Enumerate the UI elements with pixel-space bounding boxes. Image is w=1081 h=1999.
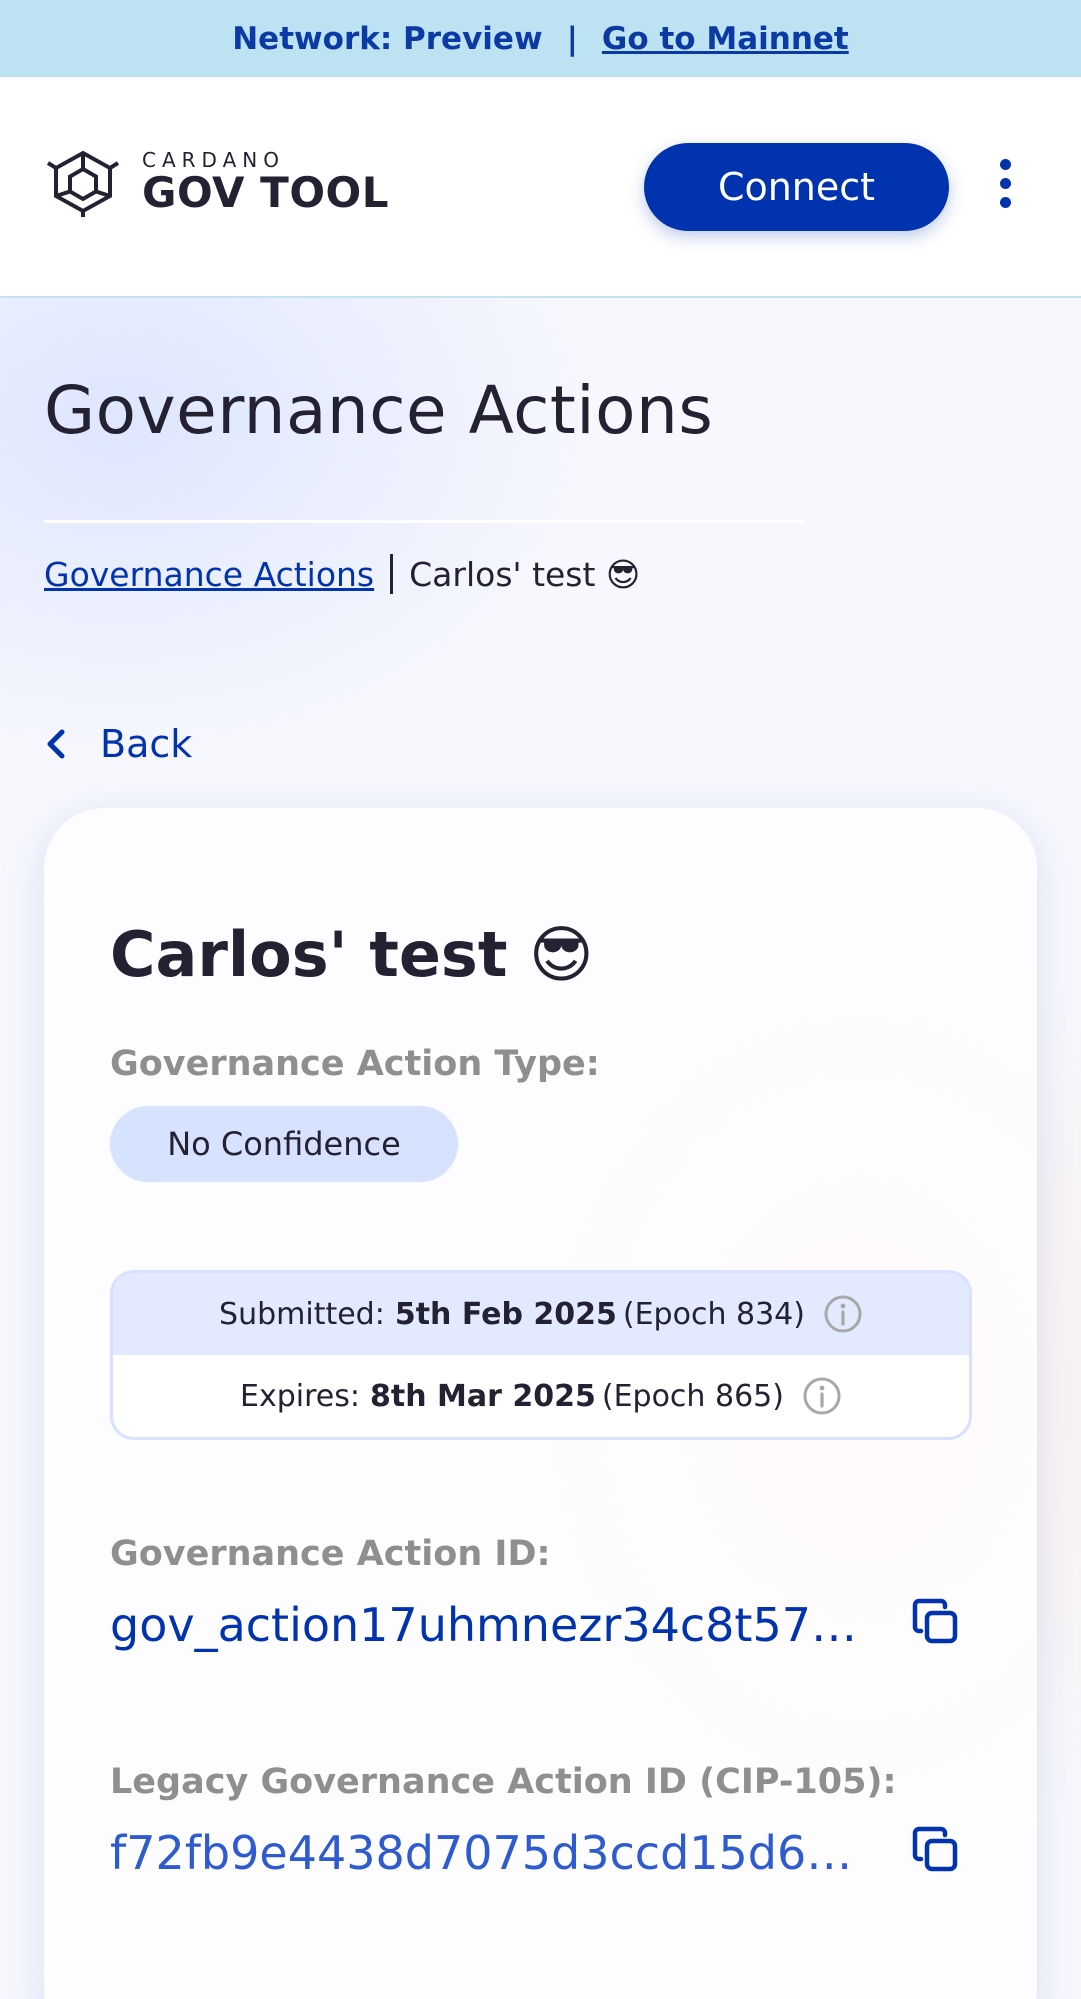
breadcrumb-separator	[390, 554, 394, 594]
action-type-badge: No Confidence	[110, 1106, 458, 1182]
top-header: CARDANO GOV TOOL Connect	[0, 77, 1081, 298]
govtool-logo[interactable]: CARDANO GOV TOOL	[44, 147, 389, 217]
page-title: Governance Actions	[44, 372, 714, 449]
network-banner: Network: Preview | Go to Mainnet	[0, 0, 1081, 77]
go-to-mainnet-link[interactable]: Go to Mainnet	[602, 21, 849, 57]
copy-icon[interactable]	[910, 1596, 962, 1648]
action-dates-box: Submitted: 5th Feb 2025 (Epoch 834) Expi…	[110, 1270, 972, 1440]
action-title: Carlos' test 😎	[110, 918, 594, 991]
expires-label: Expires:	[240, 1378, 361, 1414]
breadcrumb-governance-actions-link[interactable]: Governance Actions	[44, 555, 374, 594]
logo-brand-big: GOV TOOL	[142, 168, 389, 217]
action-id-label: Governance Action ID:	[110, 1534, 551, 1574]
legacy-action-id-label: Legacy Governance Action ID (CIP-105):	[110, 1762, 897, 1802]
back-label: Back	[100, 722, 193, 766]
submitted-row: Submitted: 5th Feb 2025 (Epoch 834)	[113, 1273, 969, 1355]
info-icon[interactable]	[823, 1294, 863, 1334]
cardano-hexagon-icon	[46, 150, 120, 217]
chevron-left-icon	[47, 729, 65, 759]
network-label: Network: Preview	[232, 20, 543, 57]
breadcrumb-current: Carlos' test 😎	[409, 554, 641, 594]
expires-date: 8th Mar 2025	[370, 1378, 596, 1414]
back-button[interactable]: Back	[44, 722, 192, 766]
legacy-action-id-value[interactable]: f72fb9e4438d7075d3ccd15d6c2ef...	[110, 1826, 870, 1880]
expires-epoch: (Epoch 865)	[601, 1378, 784, 1414]
more-vertical-icon[interactable]	[990, 159, 1020, 215]
submitted-label: Submitted:	[219, 1296, 385, 1332]
connect-wallet-button[interactable]: Connect	[644, 143, 949, 231]
submitted-date: 5th Feb 2025	[394, 1296, 617, 1332]
copy-icon[interactable]	[910, 1824, 962, 1876]
info-icon[interactable]	[802, 1376, 842, 1416]
action-type-label: Governance Action Type:	[110, 1044, 600, 1084]
governance-action-card: Carlos' test 😎 Governance Action Type: N…	[44, 808, 1037, 1999]
network-separator: |	[566, 20, 578, 57]
breadcrumb: Governance Actions Carlos' test 😎	[44, 554, 640, 594]
expires-row: Expires: 8th Mar 2025 (Epoch 865)	[113, 1355, 969, 1437]
action-id-value[interactable]: gov_action17uhmnezr34c8t57v69...	[110, 1598, 870, 1652]
title-divider	[44, 520, 804, 523]
submitted-epoch: (Epoch 834)	[622, 1296, 805, 1332]
